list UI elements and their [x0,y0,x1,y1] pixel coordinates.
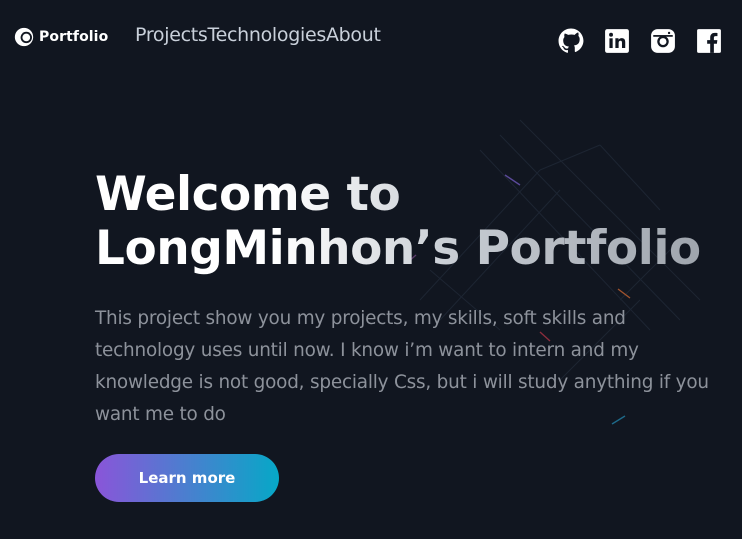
nav-projects[interactable]: Projects [135,24,208,46]
hero-title: Welcome to LongMinhon’s Portfolio [95,168,701,276]
github-icon[interactable] [558,28,584,54]
hero-description: This project show you my projects, my sk… [95,308,709,425]
instagram-icon[interactable] [650,28,676,54]
nav-about[interactable]: About [326,24,381,46]
nav-technologies[interactable]: Technologies [208,24,327,46]
page: Portfolio Projects Technologies About We… [0,0,742,539]
logo-icon [14,27,34,47]
logo[interactable]: Portfolio [13,25,108,49]
hero-title-line-1: Welcome to [95,167,401,222]
linkedin-icon[interactable] [604,28,630,54]
main-nav: Projects Technologies About [135,22,381,48]
logo-text: Portfolio [39,29,109,45]
hero-title-line-2: LongMinhon’s Portfolio [95,221,701,276]
learn-more-button[interactable]: Learn more [95,454,279,502]
facebook-icon[interactable] [696,28,722,54]
social-links [558,28,722,54]
